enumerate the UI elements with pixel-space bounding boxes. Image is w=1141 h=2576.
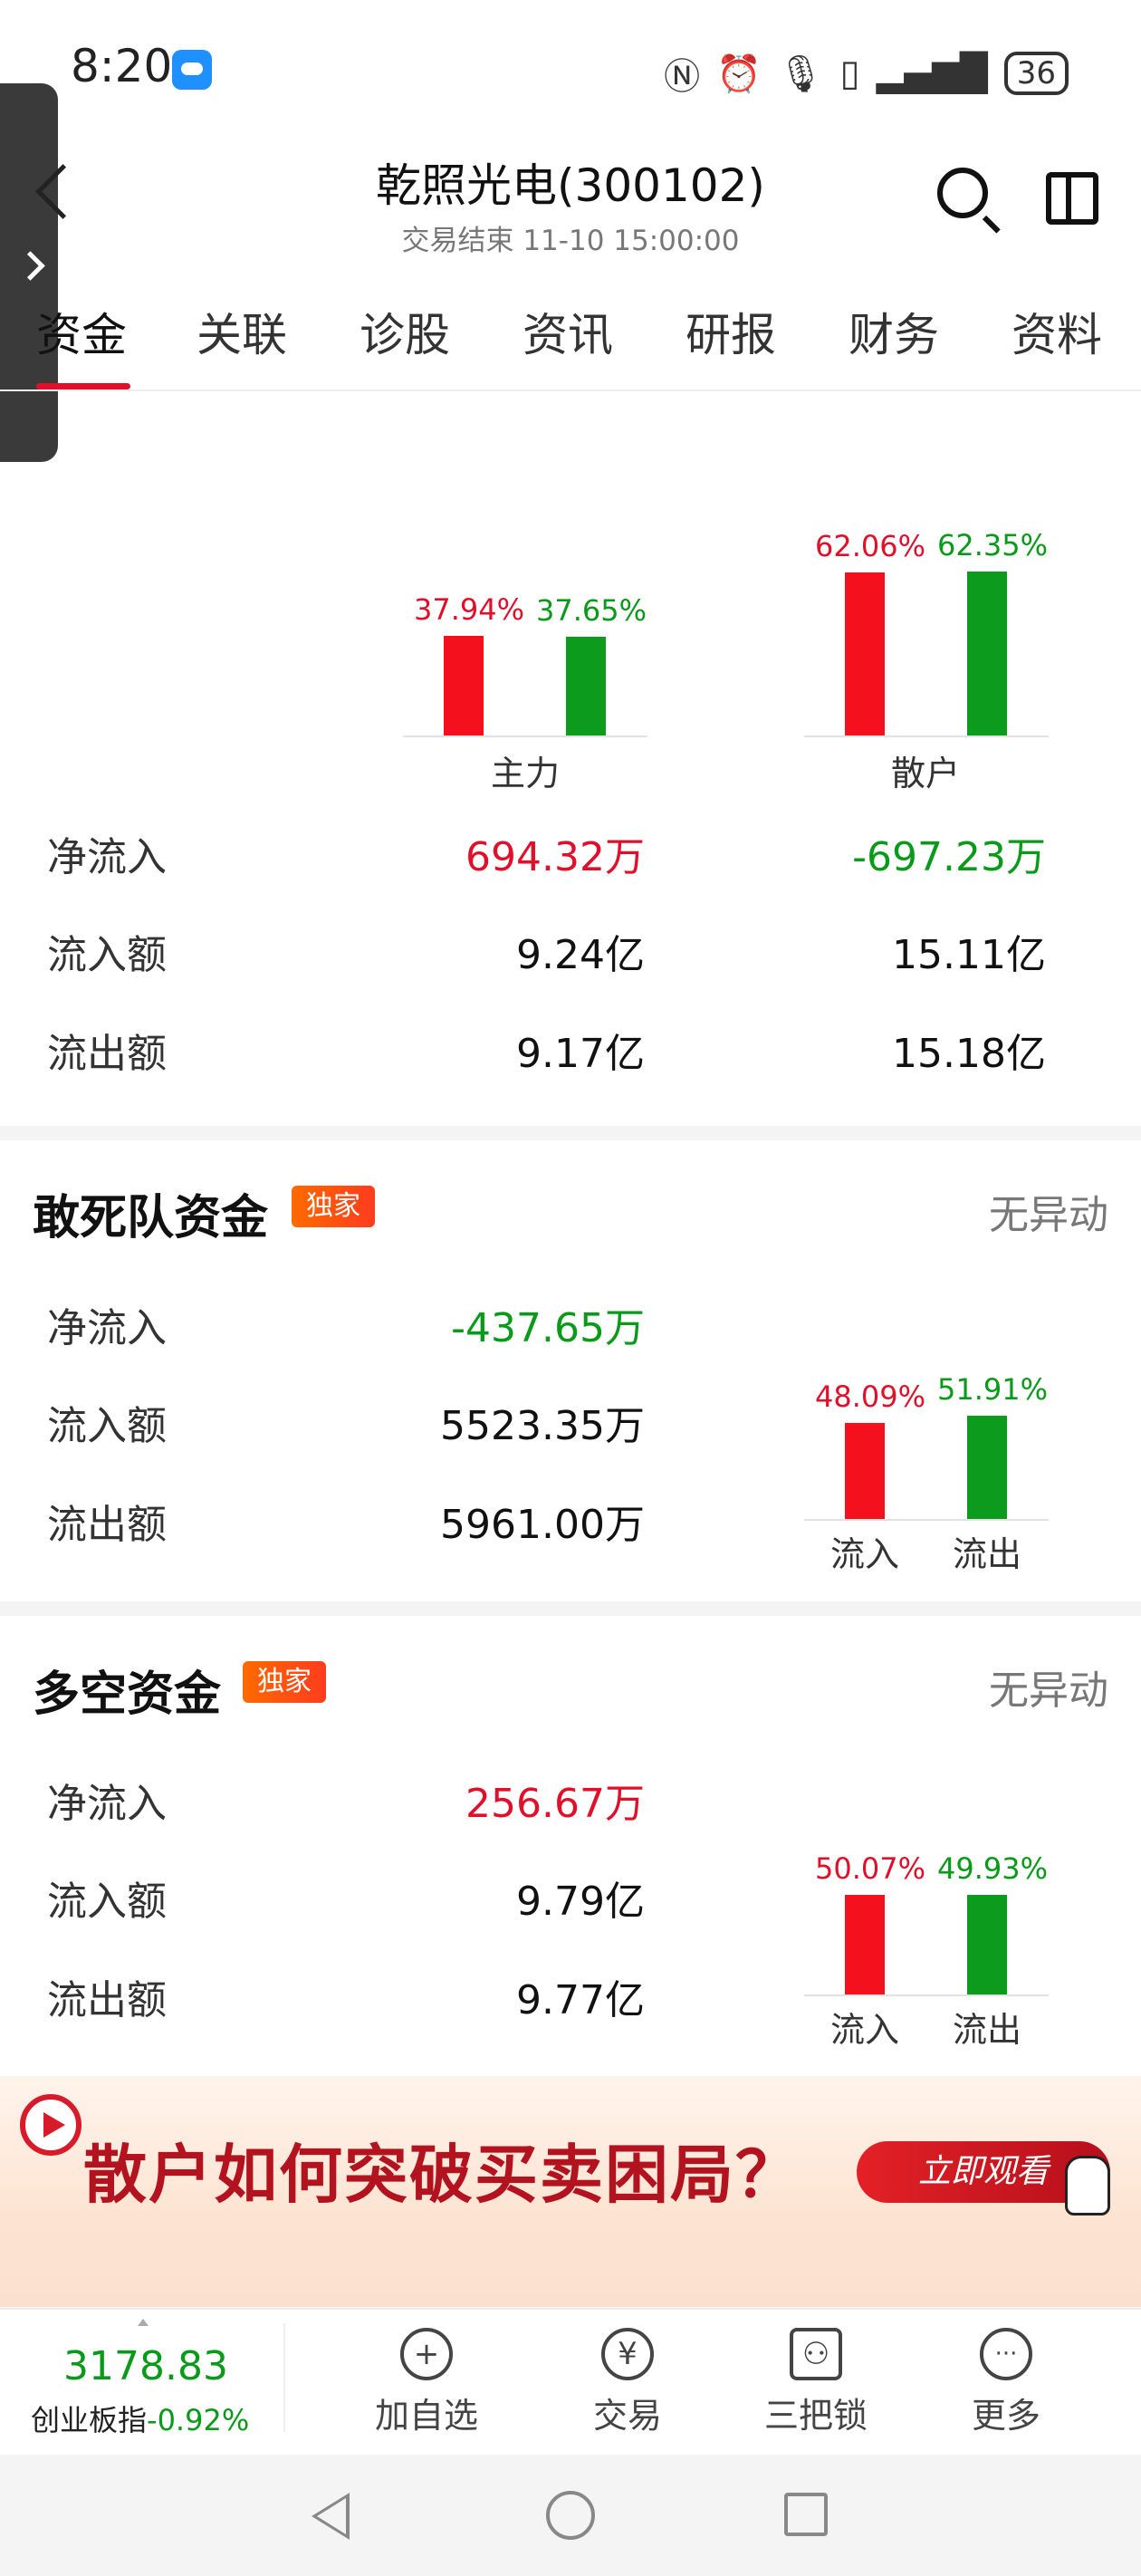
dare-squad-title: 敢死队资金 <box>33 1191 269 1245</box>
ls-baseline <box>804 1994 1049 1996</box>
index-name[interactable]: 创业板指-0.92% <box>31 2398 249 2439</box>
index-up-arrow-icon <box>138 2319 149 2326</box>
active-tab-indicator <box>36 383 130 389</box>
tab-profile[interactable]: 资料 <box>1012 299 1102 364</box>
status-time: 8:20 <box>71 40 173 92</box>
dare-inflow-pct: 48.09% <box>815 1379 926 1414</box>
main-inflow-bar <box>444 636 484 735</box>
ls-out-label: 流出 <box>952 2010 1021 2050</box>
lock-trio-icon[interactable]: ⚇ <box>790 2328 842 2380</box>
tab-research[interactable]: 研报 <box>686 299 776 364</box>
dare-inflow-bar <box>845 1423 885 1519</box>
exclusive-badge: 独家 <box>243 1661 326 1703</box>
retail-net-inflow: -697.23万 <box>852 834 1046 880</box>
dare-inflow-label: 流入额 <box>47 1403 167 1449</box>
ls-outflow-pct: 49.93% <box>937 1851 1049 1886</box>
index-value[interactable]: 3178.83 <box>63 2343 228 2389</box>
alarm-icon: ⏰ <box>716 53 762 95</box>
retail-group-label: 散户 <box>890 754 960 793</box>
plus-circle-icon[interactable]: + <box>400 2328 453 2380</box>
index-name-text: 创业板指 <box>31 2403 148 2437</box>
vibrate-icon: ▯ <box>839 53 860 94</box>
index-change: -0.92% <box>147 2403 250 2437</box>
dare-net-label: 净流入 <box>47 1305 167 1351</box>
nav-three-locks[interactable]: 三把锁 <box>734 2388 897 2437</box>
tab-related[interactable]: 关联 <box>197 299 287 364</box>
signal-icon: ▂▄▆█ <box>876 53 988 94</box>
main-outflow-bar <box>566 637 606 735</box>
retail-outflow-amount: 15.18亿 <box>892 1031 1046 1077</box>
side-drawer-handle[interactable] <box>0 83 58 462</box>
dare-outflow-amount: 5961.00万 <box>440 1502 645 1548</box>
ls-outflow-amount: 9.77亿 <box>516 1977 645 2023</box>
dare-squad-status[interactable]: 无异动 <box>989 1182 1108 1240</box>
ls-net-label: 净流入 <box>47 1781 167 1827</box>
main-outflow-amount: 9.17亿 <box>516 1031 645 1077</box>
more-dots-icon[interactable]: ··· <box>980 2328 1032 2380</box>
tab-bar: 资金 关联 诊股 资讯 研报 财务 资料 <box>0 299 1141 389</box>
nav-trade[interactable]: 交易 <box>546 2388 709 2437</box>
share-icon[interactable] <box>1046 172 1098 225</box>
yen-circle-icon[interactable]: ¥ <box>601 2328 654 2380</box>
trade-status: 交易结束 11-10 15:00:00 <box>401 225 740 257</box>
overview-inflow-label: 流入额 <box>47 932 167 978</box>
system-home-icon[interactable] <box>546 2491 595 2540</box>
main-net-inflow: 694.32万 <box>465 834 645 880</box>
retail-baseline <box>804 735 1049 737</box>
retail-inflow-bar <box>845 572 885 735</box>
overview-outflow-label: 流出额 <box>47 1031 167 1077</box>
battery-icon: 36 <box>1003 52 1069 95</box>
long-short-title: 多空资金 <box>33 1668 222 1722</box>
play-icon <box>20 2094 82 2156</box>
search-icon[interactable] <box>937 168 988 218</box>
exclusive-badge: 独家 <box>292 1186 375 1227</box>
dare-net-inflow: -437.65万 <box>451 1305 645 1351</box>
ls-inflow-label: 流入额 <box>47 1879 167 1925</box>
ls-in-label: 流入 <box>829 2010 899 2050</box>
tab-finance[interactable]: 财务 <box>849 299 939 364</box>
overview-net-label: 净流入 <box>47 834 167 880</box>
nfc-icon: Ⓝ <box>664 56 701 98</box>
tab-funds[interactable]: 资金 <box>36 299 127 364</box>
dare-outflow-pct: 51.91% <box>937 1372 1049 1407</box>
retail-inflow-amount: 15.11亿 <box>892 932 1046 978</box>
dare-out-label: 流出 <box>952 1534 1021 1574</box>
ls-inflow-bar <box>845 1895 885 1994</box>
long-short-status[interactable]: 无异动 <box>989 1658 1108 1716</box>
ls-inflow-amount: 9.79亿 <box>516 1879 645 1925</box>
dare-inflow-amount: 5523.35万 <box>440 1403 645 1449</box>
system-recents-icon[interactable] <box>784 2493 828 2536</box>
main-outflow-pct: 37.65% <box>536 593 647 628</box>
tab-news[interactable]: 资讯 <box>523 299 613 364</box>
mic-icon: 🎙 <box>777 53 824 95</box>
ls-outflow-label: 流出额 <box>47 1977 167 2023</box>
banner-headline: 散户如何突破买卖困局？ <box>83 2138 801 2212</box>
main-group-label: 主力 <box>490 754 560 793</box>
dare-baseline <box>804 1519 1049 1521</box>
pointer-hand-icon <box>1065 2156 1110 2216</box>
nav-add-watchlist[interactable]: 加自选 <box>345 2388 508 2437</box>
tab-divider <box>0 389 1141 391</box>
main-inflow-amount: 9.24亿 <box>516 932 645 978</box>
status-icons: Ⓝ ⏰ 🎙 ▯ ▂▄▆█ 36 <box>664 47 1069 100</box>
ls-net-inflow: 256.67万 <box>465 1781 645 1827</box>
tab-diagnosis[interactable]: 诊股 <box>360 299 450 364</box>
main-baseline <box>403 735 647 737</box>
dare-outflow-label: 流出额 <box>47 1502 167 1548</box>
retail-outflow-pct: 62.35% <box>937 528 1049 562</box>
ls-outflow-bar <box>967 1895 1007 1994</box>
system-back-icon[interactable] <box>312 2493 350 2540</box>
nav-more[interactable]: 更多 <box>925 2388 1088 2437</box>
main-inflow-pct: 37.94% <box>414 592 525 627</box>
weather-icon <box>172 50 212 90</box>
retail-outflow-bar <box>967 572 1007 735</box>
section-gap <box>0 1126 1141 1140</box>
dare-outflow-bar <box>967 1416 1007 1519</box>
nav-separator <box>283 2323 285 2432</box>
ls-inflow-pct: 50.07% <box>815 1851 926 1886</box>
retail-inflow-pct: 62.06% <box>815 529 926 563</box>
dare-in-label: 流入 <box>829 1534 899 1574</box>
section-gap <box>0 1601 1141 1616</box>
